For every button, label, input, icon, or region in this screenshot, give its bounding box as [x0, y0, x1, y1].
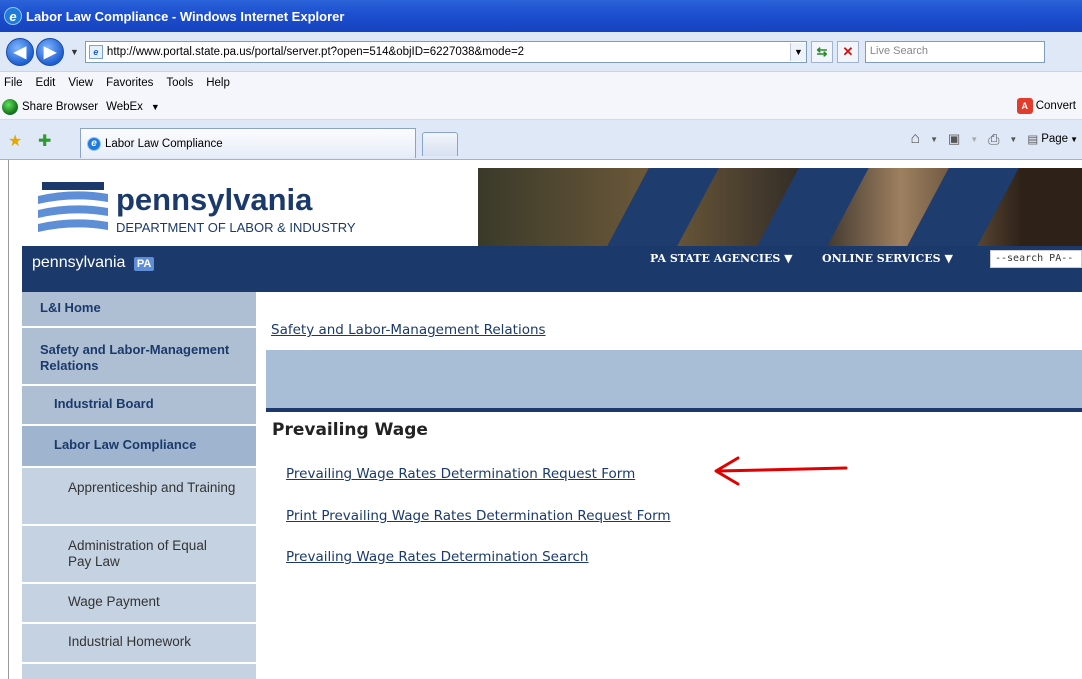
banner-photo-collage	[478, 168, 1082, 246]
nav-wage-payment[interactable]: Wage Payment	[22, 584, 256, 624]
page-dropdown-icon[interactable]: ▼	[1070, 135, 1078, 144]
nav-industrial-board-label: Industrial Board	[54, 396, 154, 411]
nav-agencies-label: PA STATE AGENCIES	[650, 252, 781, 265]
nav-equal-pay-label: Administration of Equal Pay Law	[68, 538, 207, 569]
history-dropdown-icon[interactable]: ▼	[70, 47, 79, 57]
menu-bar: File Edit View Favorites Tools Help	[0, 72, 1082, 94]
tab-label: Labor Law Compliance	[105, 137, 223, 150]
convert-button[interactable]: A Convert	[1016, 98, 1076, 114]
link-determination-search[interactable]: Prevailing Wage Rates Determination Sear…	[286, 549, 588, 565]
nav-online-label: ONLINE SERVICES	[822, 252, 941, 265]
ie-logo-icon: e	[4, 7, 22, 25]
link-print-request-form[interactable]: Print Prevailing Wage Rates Determinatio…	[286, 508, 671, 524]
site-nav-strip: pennsylvania PA PA STATE AGENCIES ▼ ONLI…	[22, 246, 1082, 292]
feeds-icon[interactable]: ▣	[948, 131, 960, 147]
nav-wage-payment-label: Wage Payment	[68, 594, 160, 609]
keystone-logo-icon	[38, 182, 108, 232]
print-icon[interactable]: ⎙	[988, 131, 999, 148]
address-bar[interactable]: e http://www.portal.state.pa.us/portal/s…	[84, 40, 807, 63]
globe-icon	[2, 98, 18, 115]
add-favorites-icon[interactable]: ✚	[38, 131, 51, 151]
site-search-input[interactable]: --search PA--	[990, 250, 1082, 268]
pa-badge: PA	[133, 257, 155, 271]
page-border	[8, 160, 9, 679]
back-button[interactable]: ◀	[6, 37, 34, 66]
site-brand[interactable]: pennsylvania PA	[32, 254, 155, 272]
webex-dropdown-icon[interactable]: ▼	[151, 102, 160, 112]
forward-button[interactable]: ▶	[36, 37, 64, 66]
breadcrumb-safety-labor[interactable]: Safety and Labor-Management Relations	[271, 322, 546, 338]
nav-industrial-board[interactable]: Industrial Board	[22, 386, 256, 426]
new-tab-button[interactable]	[422, 132, 458, 156]
webex-button[interactable]: WebEx	[106, 101, 143, 113]
stop-button[interactable]: ✕	[836, 40, 859, 63]
convert-label: Convert	[1035, 100, 1076, 112]
print-dropdown-icon[interactable]: ▼	[1009, 135, 1017, 144]
nav-pa-state-agencies[interactable]: PA STATE AGENCIES ▼	[650, 252, 793, 265]
nav-li-home[interactable]: L&I Home	[22, 292, 256, 328]
left-navigation: L&I Home Safety and Labor-Management Rel…	[22, 292, 256, 679]
refresh-button[interactable]: ⇆	[810, 40, 833, 63]
nav-li-home-label: L&I Home	[40, 300, 101, 315]
pdf-convert-icon: A	[1016, 98, 1033, 114]
command-bar: ⌂ ▼ ▣ ▼ ⎙ ▼ ▤ Page ▼	[900, 130, 1078, 148]
nav-homework-label: Industrial Homework	[68, 634, 192, 649]
nav-labor-law-compliance[interactable]: Labor Law Compliance	[22, 426, 256, 468]
nav-industrial-homework[interactable]: Industrial Homework	[22, 624, 256, 664]
red-annotation-arrow-icon	[714, 456, 848, 486]
tab-labor-law-compliance[interactable]: e Labor Law Compliance	[80, 128, 416, 158]
main-content: Safety and Labor-Management Relations Pr…	[258, 292, 1082, 679]
menu-file[interactable]: File	[4, 77, 23, 89]
logo-subtitle: DEPARTMENT OF LABOR & INDUSTRY	[116, 220, 356, 235]
menu-edit[interactable]: Edit	[36, 77, 56, 89]
brand-text: pennsylvania	[32, 254, 126, 271]
menu-favorites[interactable]: Favorites	[106, 77, 153, 89]
menu-view[interactable]: View	[68, 77, 93, 89]
page-menu[interactable]: Page	[1041, 133, 1068, 145]
address-toolbar: ◀ ▶ ▼ e http://www.portal.state.pa.us/po…	[0, 32, 1082, 72]
nav-apprenticeship-label: Apprenticeship and Training	[68, 480, 236, 495]
favorites-star-icon[interactable]: ★	[8, 131, 22, 151]
nav-safety-label: Safety and Labor-Management Relations	[40, 342, 230, 373]
feeds-dropdown-icon[interactable]: ▼	[970, 135, 978, 144]
home-dropdown-icon[interactable]: ▼	[930, 135, 938, 144]
page-icon: e	[88, 44, 103, 59]
web-page: pennsylvania DEPARTMENT OF LABOR & INDUS…	[0, 160, 1082, 679]
share-browser-button[interactable]: Share Browser	[22, 101, 98, 113]
home-icon[interactable]: ⌂	[910, 130, 920, 148]
nav-labor-law-label: Labor Law Compliance	[54, 437, 197, 452]
address-dropdown-icon[interactable]: ▼	[789, 42, 806, 61]
logo-title: pennsylvania	[116, 182, 313, 217]
tab-ie-icon: e	[87, 136, 101, 151]
site-banner: pennsylvania DEPARTMENT OF LABOR & INDUS…	[22, 168, 1082, 246]
window-title-bar: e Labor Law Compliance - Windows Interne…	[0, 0, 1082, 32]
link-request-form[interactable]: Prevailing Wage Rates Determination Requ…	[286, 466, 635, 482]
header-band	[266, 350, 1082, 412]
url-text[interactable]: http://www.portal.state.pa.us/portal/ser…	[107, 46, 790, 58]
nav-apprenticeship[interactable]: Apprenticeship and Training	[22, 468, 256, 526]
links-toolbar: Share Browser WebEx ▼ A Convert	[0, 94, 1082, 120]
menu-tools[interactable]: Tools	[166, 77, 193, 89]
live-search-input[interactable]: Live Search	[864, 40, 1045, 63]
window-title: Labor Law Compliance - Windows Internet …	[26, 8, 345, 24]
tabs-toolbar: ★ ✚ e Labor Law Compliance ⌂ ▼ ▣ ▼ ⎙ ▼ ▤…	[0, 120, 1082, 160]
menu-help[interactable]: Help	[206, 77, 230, 89]
nav-equal-pay[interactable]: Administration of Equal Pay Law	[22, 526, 256, 584]
nav-online-services[interactable]: ONLINE SERVICES ▼	[822, 252, 953, 265]
section-title: Prevailing Wage	[272, 420, 428, 440]
nav-safety-labor[interactable]: Safety and Labor-Management Relations	[22, 328, 256, 386]
page-menu-icon[interactable]: ▤	[1027, 132, 1038, 146]
